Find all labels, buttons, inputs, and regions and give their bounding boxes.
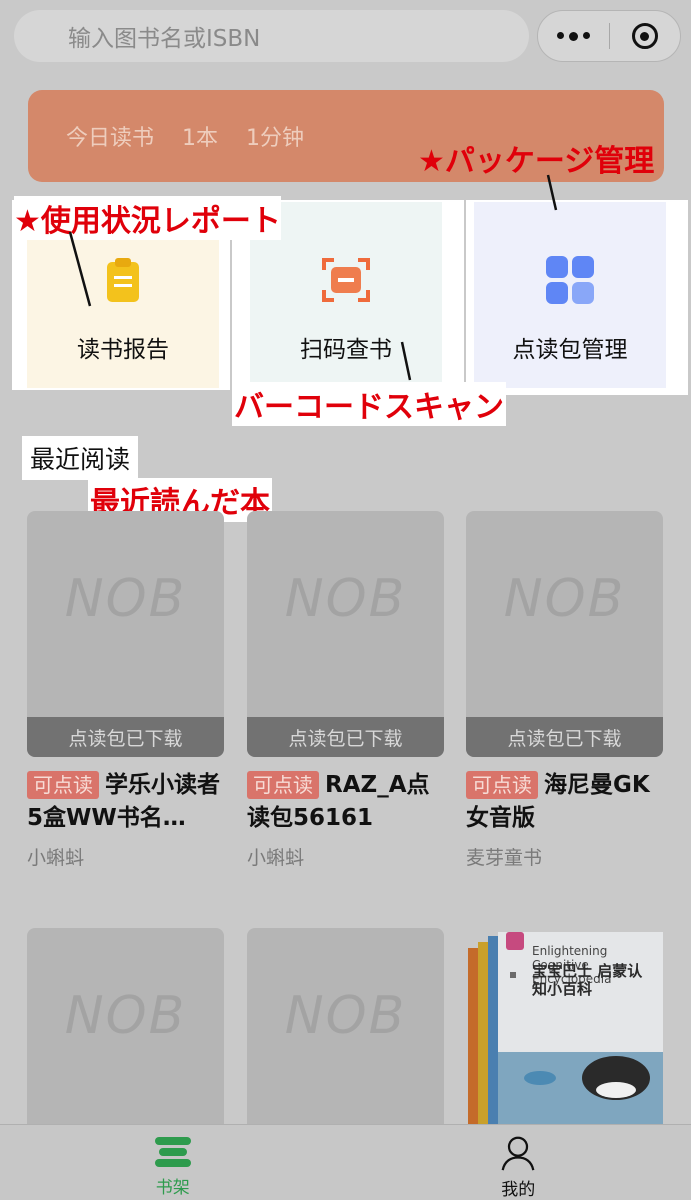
download-status: 点读包已下载 <box>247 717 444 757</box>
card-label: 读书报告 <box>77 337 169 363</box>
readable-tag: 可点读 <box>27 771 99 799</box>
mini-program-capsule <box>537 10 681 62</box>
annotation-package: ★パッケージ管理 <box>418 144 655 179</box>
book-item[interactable]: NOB 点读包已下载 可点读 海尼曼GK女音版 麦芽童书 <box>466 511 663 870</box>
cover-placeholder: NOB <box>284 569 407 629</box>
book-cover: NOB 点读包已下载 <box>466 511 663 757</box>
annotation-scan: バーコードスキャン <box>232 382 506 426</box>
download-status: 点读包已下载 <box>466 717 663 757</box>
clipboard-icon <box>107 258 139 302</box>
user-icon <box>501 1136 535 1171</box>
readable-tag: 可点读 <box>466 771 538 799</box>
download-status: 点读包已下载 <box>27 717 224 757</box>
cover-placeholder: NOB <box>284 986 407 1046</box>
tab-label: 我的 <box>501 1180 536 1200</box>
readable-tag: 可点读 <box>247 771 319 799</box>
cover-placeholder: NOB <box>64 569 187 629</box>
tab-bookshelf[interactable]: 书架 <box>0 1125 346 1200</box>
book-title-row: 可点读 学乐小读者5盒WW书名… <box>27 769 224 835</box>
close-miniprogram-icon[interactable] <box>610 23 681 49</box>
bottom-tab-bar: 书架 我的 <box>0 1124 691 1200</box>
card-label: 点读包管理 <box>512 337 628 363</box>
book-author: 麦芽童书 <box>466 847 543 869</box>
grid-icon <box>546 256 594 304</box>
book-author: 小蝌蚪 <box>247 847 305 869</box>
tab-mine[interactable]: 我的 <box>346 1125 691 1200</box>
book-item[interactable]: NOB 点读包已下载 可点读 学乐小读者5盒WW书名… 小蝌蚪 <box>27 511 224 870</box>
tab-label: 书架 <box>155 1178 190 1198</box>
book-title-row: 可点读 RAZ_A点读包56161 <box>247 769 444 835</box>
card-label: 扫码查书 <box>300 337 392 363</box>
book-cover: NOB 点读包已下载 <box>27 511 224 757</box>
book-item[interactable]: NOB 点读包已下载 可点读 RAZ_A点读包56161 小蝌蚪 <box>247 511 444 870</box>
book-author: 小蝌蚪 <box>27 847 85 869</box>
section-title: 最近阅读 <box>22 436 139 480</box>
cover-placeholder: NOB <box>64 986 187 1046</box>
package-manage-card[interactable]: 点读包管理 <box>474 202 666 388</box>
book-cover: NOB 点读包已下载 <box>247 511 444 757</box>
today-books: 1本 <box>182 126 219 151</box>
today-minutes: 1分钟 <box>246 126 305 151</box>
today-label: 今日读书 <box>66 126 155 151</box>
cover-placeholder: NOB <box>503 569 626 629</box>
search-placeholder: 输入图书名或ISBN <box>68 26 261 52</box>
annotation-report: ★使用状況レポート <box>14 196 281 240</box>
scan-icon <box>322 258 370 302</box>
more-icon[interactable] <box>538 31 609 41</box>
search-input[interactable]: 输入图书名或ISBN <box>14 10 529 62</box>
bookshelf-icon <box>154 1137 191 1167</box>
book-title-row: 可点读 海尼曼GK女音版 <box>466 769 663 835</box>
cover-title: 宝宝巴士 启蒙认知小百科 <box>532 962 643 998</box>
